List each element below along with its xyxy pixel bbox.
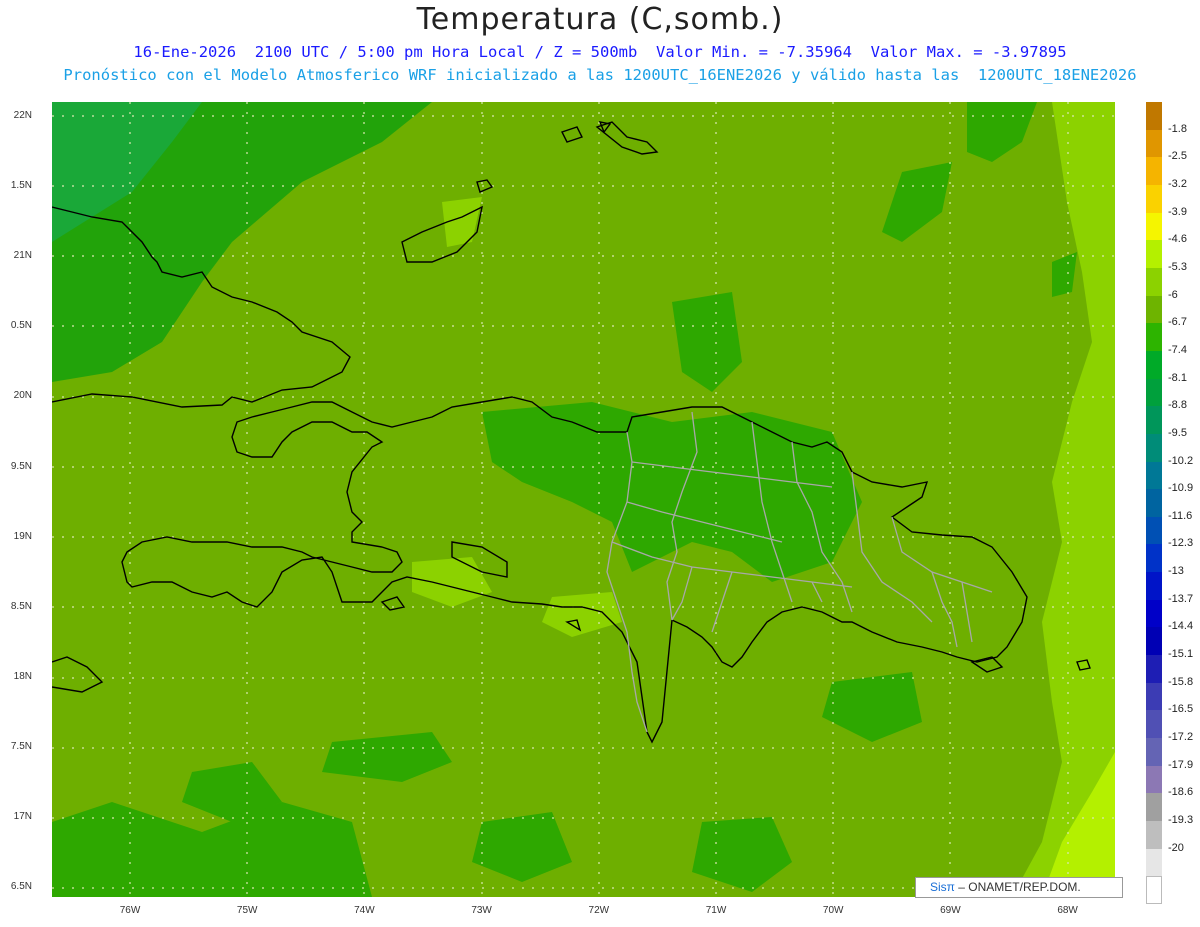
legend-swatch [1146, 572, 1162, 601]
lon-tick-label: 74W [354, 905, 375, 916]
legend-swatch [1146, 378, 1162, 407]
legend-swatch [1146, 765, 1162, 794]
legend-label: -10.2 [1168, 454, 1194, 467]
legend-label: -15.8 [1168, 675, 1194, 688]
legend-swatch [1146, 876, 1162, 905]
legend-label: -2.5 [1168, 150, 1187, 163]
legend-label: -20 [1168, 841, 1184, 854]
legend-label: -4.6 [1168, 233, 1187, 246]
legend-label: -7.4 [1168, 343, 1187, 356]
lon-tick-label: 71W [705, 905, 727, 916]
legend-swatch [1146, 267, 1162, 297]
chart-title: Temperatura (C,somb.) [416, 2, 784, 37]
lat-tick-label: 19N [13, 530, 32, 542]
legend-swatch [1146, 627, 1162, 656]
onamet-credit: – ONAMET/REP.DOM. [954, 880, 1081, 894]
legend-label: -15.1 [1168, 648, 1194, 661]
lon-tick-label: 69W [940, 905, 961, 916]
lat-tick-label: 18N [13, 670, 32, 682]
legend-label: -14.4 [1168, 620, 1194, 633]
lat-tick-label: 21N [13, 250, 32, 262]
legend-swatch [1146, 710, 1162, 739]
legend-label: -18.6 [1168, 786, 1194, 799]
legend-swatch [1146, 599, 1162, 628]
legend-swatch [1146, 848, 1162, 877]
subtitle-model-info: Pronóstico con el Modelo Atmosferico WRF… [63, 66, 1137, 84]
legend-label: -10.9 [1168, 482, 1194, 495]
legend-swatch [1146, 655, 1162, 684]
map-canvas [52, 102, 1115, 897]
lat-tick-label: 20N [13, 390, 32, 402]
legend-label: -11.6 [1168, 509, 1193, 522]
legend-label: -19.3 [1168, 814, 1194, 827]
legend-swatch [1146, 129, 1162, 158]
legend-label: -5.3 [1168, 260, 1187, 273]
legend-swatch [1146, 489, 1162, 518]
lon-tick-label: 76W [119, 905, 141, 916]
legend-swatch [1146, 184, 1162, 214]
sis-logo-text: Sisπ [930, 880, 955, 894]
legend-label: -12.3 [1168, 537, 1194, 550]
legend-swatch [1146, 350, 1162, 380]
legend-label: -9.5 [1168, 426, 1187, 439]
legend-label: -6.7 [1168, 316, 1187, 329]
onamet-logo: Sisπ – ONAMET/REP.DOM. [915, 877, 1123, 898]
legend-label: -8.1 [1168, 371, 1187, 384]
legend-label: -13 [1168, 565, 1184, 578]
legend-swatch [1146, 240, 1162, 269]
legend-label: -6 [1168, 288, 1178, 301]
legend-label: -17.9 [1168, 758, 1194, 771]
lat-tick-label: 6.5N [10, 881, 32, 893]
lat-tick-label: 1.5N [10, 180, 32, 192]
lat-tick-label: 7.5N [10, 740, 32, 752]
lon-tick-label: 68W [1057, 905, 1078, 916]
legend-swatch [1146, 212, 1162, 241]
forecast-map[interactable] [52, 102, 1115, 897]
legend-label: -3.9 [1168, 205, 1187, 218]
legend-swatch [1146, 544, 1162, 573]
lat-tick-label: 9.5N [10, 460, 32, 472]
lon-tick-label: 72W [588, 905, 610, 916]
legend-label: -3.2 [1168, 177, 1187, 190]
subtitle-valid-time: 16-Ene-2026 2100 UTC / 5:00 pm Hora Loca… [133, 43, 1067, 61]
legend-swatch [1146, 682, 1162, 711]
legend-label: -8.8 [1168, 399, 1187, 412]
legend-swatch [1146, 738, 1162, 767]
lat-tick-label: 17N [13, 811, 32, 822]
lon-tick-label: 75W [236, 905, 258, 916]
legend-swatch [1146, 406, 1162, 435]
lat-tick-label: 8.5N [10, 600, 32, 612]
legend-swatch [1146, 433, 1162, 462]
lat-tick-label: 22N [13, 110, 32, 121]
legend-swatch [1146, 295, 1162, 324]
legend-swatch [1146, 821, 1162, 850]
legend-swatch [1146, 461, 1162, 490]
legend-label: -17.2 [1168, 731, 1194, 744]
legend-swatch [1146, 157, 1162, 186]
legend-label: -1.8 [1168, 122, 1187, 135]
legend-label: -16.5 [1168, 703, 1194, 716]
lon-tick-label: 73W [471, 905, 492, 916]
legend-label: -13.7 [1168, 592, 1194, 605]
legend-swatch [1146, 516, 1162, 545]
legend-swatch [1146, 102, 1162, 131]
lon-tick-label: 70W [822, 905, 844, 916]
lat-tick-label: 0.5N [10, 320, 32, 332]
legend-swatch [1146, 793, 1162, 822]
legend-swatch [1146, 323, 1162, 352]
